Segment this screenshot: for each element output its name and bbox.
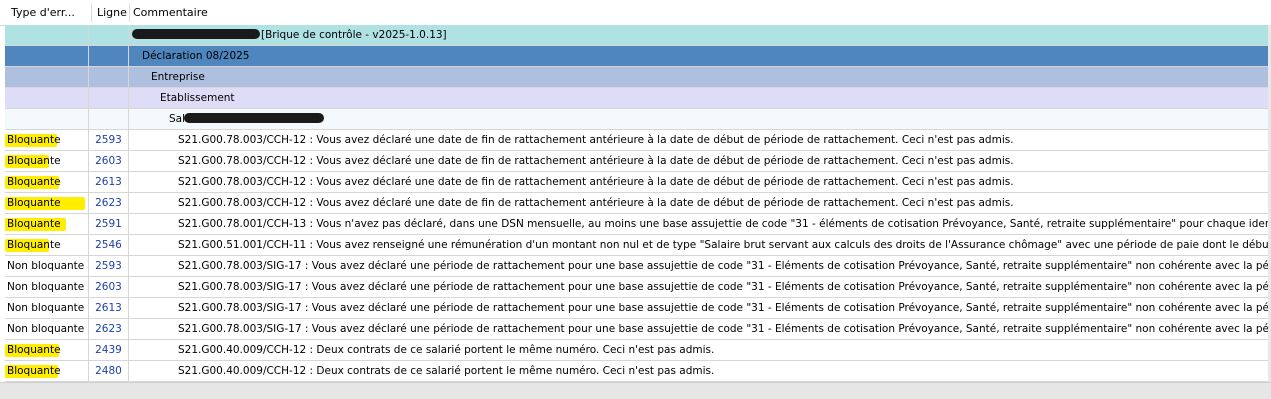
error-comment: S21.G00.78.003/SIG-17 : Vous avez déclar… [178, 281, 1271, 293]
table-row[interactable]: Bloquante 2613 S21.G00.78.003/CCH-12 : V… [5, 172, 1271, 193]
table-row[interactable]: Bloquante 2480 S21.G00.40.009/CCH-12 : D… [5, 361, 1271, 382]
error-comment: S21.G00.78.001/CCH-13 : Vous n'avez pas … [178, 218, 1271, 230]
group-row-brique[interactable]: [Brique de contrôle - v2025-1.0.13] [5, 25, 1271, 46]
group-row-declaration[interactable]: Déclaration 08/2025 [5, 46, 1271, 67]
error-type: Non bloquante [7, 281, 85, 293]
table-row[interactable]: Non bloquante 2603 S21.G00.78.003/SIG-17… [5, 277, 1271, 298]
column-header-line[interactable]: Ligne [97, 0, 131, 25]
error-comment: S21.G00.78.003/CCH-12 : Vous avez déclar… [178, 155, 1014, 167]
error-type: Bloquante [7, 239, 61, 251]
error-type: Non bloquante [7, 323, 85, 335]
horizontal-scrollbar[interactable] [0, 382, 1271, 399]
error-type: Bloquante [7, 344, 61, 356]
error-comment: S21.G00.78.003/SIG-17 : Vous avez déclar… [178, 260, 1271, 272]
line-number[interactable]: 2623 [89, 319, 129, 339]
line-number[interactable]: 2593 [89, 130, 129, 150]
column-header-comment[interactable]: Commentaire [133, 0, 333, 25]
line-number[interactable]: 2480 [89, 361, 129, 381]
table-row[interactable]: Bloquante 2546 S21.G00.51.001/CCH-11 : V… [5, 235, 1271, 256]
table-row[interactable]: Bloquante 2439 S21.G00.40.009/CCH-12 : D… [5, 340, 1271, 361]
group-etablissement-cell: Etablissement [129, 88, 1271, 108]
line-number[interactable]: 2546 [89, 235, 129, 255]
error-type: Bloquante [7, 365, 61, 377]
error-comment: S21.G00.40.009/CCH-12 : Deux contrats de… [178, 344, 715, 356]
group-row-entreprise[interactable]: Entreprise [5, 67, 1271, 88]
column-header-row: Type d'err... Ligne Commentaire [0, 0, 1271, 26]
table-row[interactable]: Non bloquante 2613 S21.G00.78.003/SIG-17… [5, 298, 1271, 319]
error-comment: S21.G00.51.001/CCH-11 : Vous avez rensei… [178, 239, 1271, 251]
table-row[interactable]: Bloquante 2593 S21.G00.78.003/CCH-12 : V… [5, 130, 1271, 151]
table-row[interactable]: Bloquante 2603 S21.G00.78.003/CCH-12 : V… [5, 151, 1271, 172]
error-comment: S21.G00.78.003/CCH-12 : Vous avez déclar… [178, 197, 1014, 209]
error-type: Bloquante [7, 197, 61, 209]
error-comment: S21.G00.78.003/CCH-12 : Vous avez déclar… [178, 134, 1014, 146]
error-comment: S21.G00.78.003/SIG-17 : Vous avez déclar… [178, 323, 1271, 335]
table-row[interactable]: Non bloquante 2623 S21.G00.78.003/SIG-17… [5, 319, 1271, 340]
line-number[interactable]: 2603 [89, 277, 129, 297]
group-row-etablissement[interactable]: Etablissement [5, 88, 1271, 109]
error-type: Bloquante [7, 155, 61, 167]
column-header-type[interactable]: Type d'err... [11, 0, 91, 25]
column-divider[interactable] [91, 3, 92, 22]
error-type: Non bloquante [7, 302, 85, 314]
line-number[interactable]: 2613 [89, 172, 129, 192]
group-salarie-cell: Sala [129, 109, 1271, 129]
group-declaration-cell: Déclaration 08/2025 [129, 46, 1271, 66]
error-type: Bloquante [7, 176, 61, 188]
group-declaration-label: Déclaration 08/2025 [142, 50, 250, 62]
table-row[interactable]: Bloquante 2591 S21.G00.78.001/CCH-13 : V… [5, 214, 1271, 235]
line-number[interactable]: 2591 [89, 214, 129, 234]
group-row-salarie[interactable]: Sala [5, 109, 1271, 130]
line-number[interactable]: 2623 [89, 193, 129, 213]
error-type: Non bloquante [7, 260, 85, 272]
column-divider[interactable] [129, 3, 130, 22]
error-type: Bloquante [7, 218, 61, 230]
group-entreprise-cell: Entreprise [129, 67, 1271, 87]
group-etablissement-label: Etablissement [160, 92, 235, 104]
line-number[interactable]: 2613 [89, 298, 129, 318]
redacted-text [184, 113, 324, 123]
error-comment: S21.G00.40.009/CCH-12 : Deux contrats de… [178, 365, 715, 377]
table-row[interactable]: Bloquante 2623 S21.G00.78.003/CCH-12 : V… [5, 193, 1271, 214]
error-comment: S21.G00.78.003/SIG-17 : Vous avez déclar… [178, 302, 1271, 314]
group-brique-label: [Brique de contrôle - v2025-1.0.13] [261, 29, 447, 41]
line-number[interactable]: 2593 [89, 256, 129, 276]
group-entreprise-label: Entreprise [151, 71, 205, 83]
group-brique-cell: [Brique de contrôle - v2025-1.0.13] [129, 25, 1271, 45]
error-type: Bloquante [7, 134, 61, 146]
redacted-text [132, 29, 260, 39]
line-number[interactable]: 2439 [89, 340, 129, 360]
error-comment: S21.G00.78.003/CCH-12 : Vous avez déclar… [178, 176, 1014, 188]
line-number[interactable]: 2603 [89, 151, 129, 171]
table-row[interactable]: Non bloquante 2593 S21.G00.78.003/SIG-17… [5, 256, 1271, 277]
